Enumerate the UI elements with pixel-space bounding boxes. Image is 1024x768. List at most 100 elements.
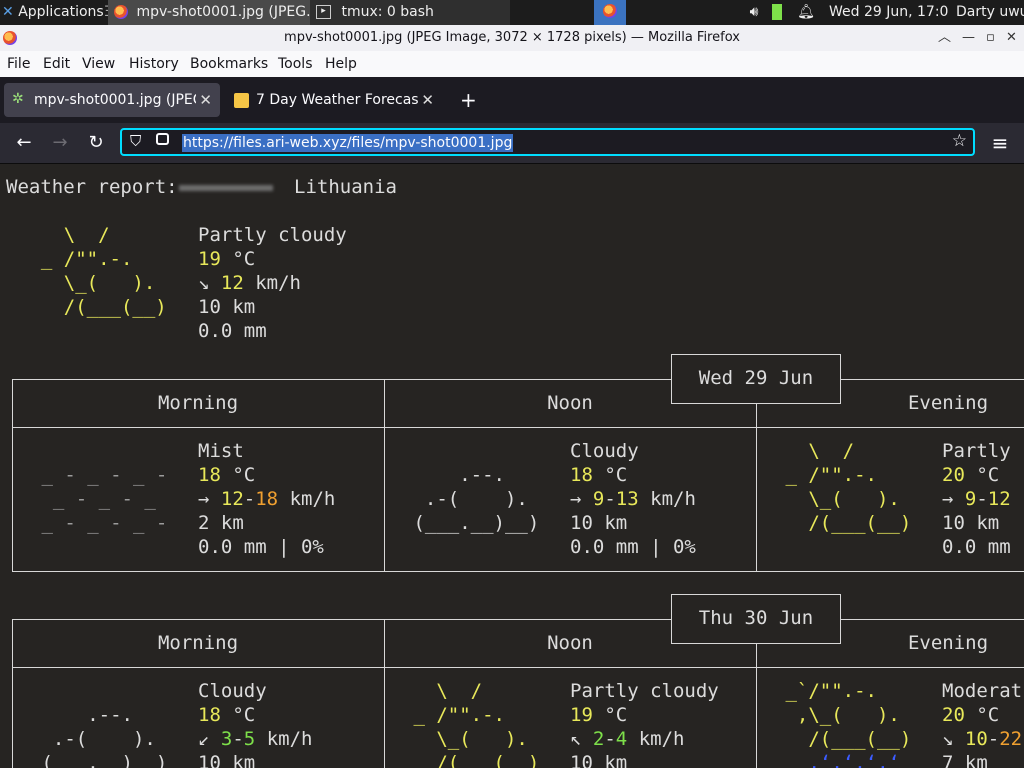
reload-icon[interactable]: ↻ [82,123,110,163]
wind-max: 22 [999,728,1023,750]
period-precipitation: 0.0 mm | 0% [198,536,324,558]
temp-value: 19 [198,248,221,270]
temp-unit: °C [964,704,1000,726]
temp-unit: °C [220,464,256,486]
weather-art-line: .--. [30,704,133,726]
weather-art-line: _ - _ - _ - [30,512,168,534]
url-bar[interactable]: ⛉ https://files.ari-web.xyz/files/mpv-sh… [120,128,975,156]
menu-file[interactable]: File [7,51,30,77]
period-visibility: 10 km [942,512,1000,534]
wind-max: 12 [987,488,1011,510]
wind-unit: km/h [638,488,696,510]
weather-art-line: _ - _ - _ [30,488,156,510]
weather-art-line: (___.__)__) [402,512,540,534]
period-condition: Cloudy [198,680,267,702]
current-visibility: 10 km [198,296,256,318]
wind-arrow-icon: ↙ [198,728,221,750]
firefox-icon [114,5,128,19]
weather-art-line: _ /"".-. [402,704,505,726]
star-icon[interactable]: ☆ [952,131,967,151]
period-wind: → 9-13 km/h [570,487,696,511]
wind-max: 4 [615,728,628,750]
tab-weather[interactable]: 7 Day Weather Forecast ✕ [226,83,442,117]
period-visibility: 7 km [942,752,988,768]
firefox-icon [603,4,617,18]
bell-icon[interactable]: 🔔︎ [797,0,815,25]
table-border [12,427,1024,428]
taskbar-firefox-label: mpv-shot0001.jpg (JPEG... [136,4,310,20]
lock-icon[interactable] [156,133,169,145]
wind-min: 10 [964,728,988,750]
period-temperature: 20 °C [942,703,999,727]
period-header: Noon [547,392,593,414]
weather-art-line: /(___(__) [774,728,912,750]
window-titlebar: mpv-shot0001.jpg (JPEG Image, 3072 × 172… [0,25,1024,51]
maximize-button[interactable]: ▫ [986,25,995,51]
current-art-line: _ /"".-. [18,248,133,270]
tab-image[interactable]: ✲ mpv-shot0001.jpg (JPEG ✕ [4,83,220,117]
menu-icon[interactable]: ≡ [986,123,1014,163]
period-header: Morning [157,632,239,654]
current-art-line: /(___(__) [18,296,167,318]
close-window-button[interactable]: ✕ [1006,25,1017,51]
wind-arrow-icon: ↘ [198,272,221,294]
wind-arrow-icon: ↘ [942,728,965,750]
period-condition: Cloudy [570,440,639,462]
period-temperature: 18 °C [570,463,627,487]
forward-icon[interactable]: → [46,123,74,163]
wind-max: 13 [615,488,639,510]
wind-separator: - [232,728,244,750]
back-icon[interactable]: ← [10,123,38,163]
menu-help[interactable]: Help [325,51,357,77]
shield-icon[interactable]: ⛉ [130,132,141,150]
temp-unit: °C [592,464,628,486]
wind-arrow-icon: → [198,488,221,510]
weather-art-line: .-( ). [402,488,528,510]
tab-label: 7 Day Weather Forecast [256,92,418,108]
wind-separator: - [976,488,988,510]
wind-separator: - [987,728,1000,750]
battery-icon[interactable] [772,0,788,25]
current-temperature: 19 °C [198,247,255,271]
period-header: Morning [157,392,239,414]
system-panel: ✕ ApplicationsΞ mpv-shot0001.jpg (JPEG..… [0,0,1024,25]
table-border [12,619,1024,620]
volume-icon[interactable]: 🔊︎ [744,0,764,25]
taskbar-firefox[interactable]: mpv-shot0001.jpg (JPEG... [108,0,310,25]
menu-bookmarks[interactable]: Bookmarks [190,51,268,77]
period-temperature: 19 °C [570,703,627,727]
menu-bar: File Edit View History Bookmarks Tools H… [0,51,1024,77]
period-condition: Mist [198,440,244,462]
wind-max: 18 [255,488,279,510]
menu-history[interactable]: History [129,51,179,77]
temp-unit: °C [964,464,1000,486]
wind-arrow-icon: ↖ [570,728,593,750]
applications-menu[interactable]: ✕ ApplicationsΞ [0,0,110,25]
user-name[interactable]: Darty uwu [956,0,1024,25]
table-border [12,379,1024,380]
temp-value: 19 [570,704,593,726]
period-header: Noon [547,632,593,654]
plus-icon[interactable]: + [460,83,477,117]
menu-view[interactable]: View [82,51,115,77]
collapse-button[interactable]: ︿ [938,25,951,51]
clock[interactable]: Wed 29 Jun, 17:01 [829,0,949,25]
weather-art-line: _`/"".-. [774,680,877,702]
wind-min: 2 [592,728,605,750]
close-icon[interactable]: ✕ [199,83,212,117]
sun-icon [234,93,249,108]
current-art-line: \_( ). [18,272,156,294]
menu-edit[interactable]: Edit [43,51,70,77]
minimize-button[interactable]: — [962,25,975,51]
weather-art-line: /(___(__) [402,752,540,768]
url-text[interactable]: https://files.ari-web.xyz/files/mpv-shot… [182,134,514,152]
table-border [12,571,1024,572]
workspace-firefox[interactable] [594,0,626,25]
temp-value: 20 [942,704,965,726]
menu-tools[interactable]: Tools [278,51,313,77]
wind-arrow-icon: → [570,488,593,510]
taskbar-tmux[interactable]: ▸ tmux: 0 bash [310,0,510,25]
wind-max: 5 [243,728,256,750]
temp-value: 18 [570,464,593,486]
close-icon[interactable]: ✕ [421,83,434,117]
